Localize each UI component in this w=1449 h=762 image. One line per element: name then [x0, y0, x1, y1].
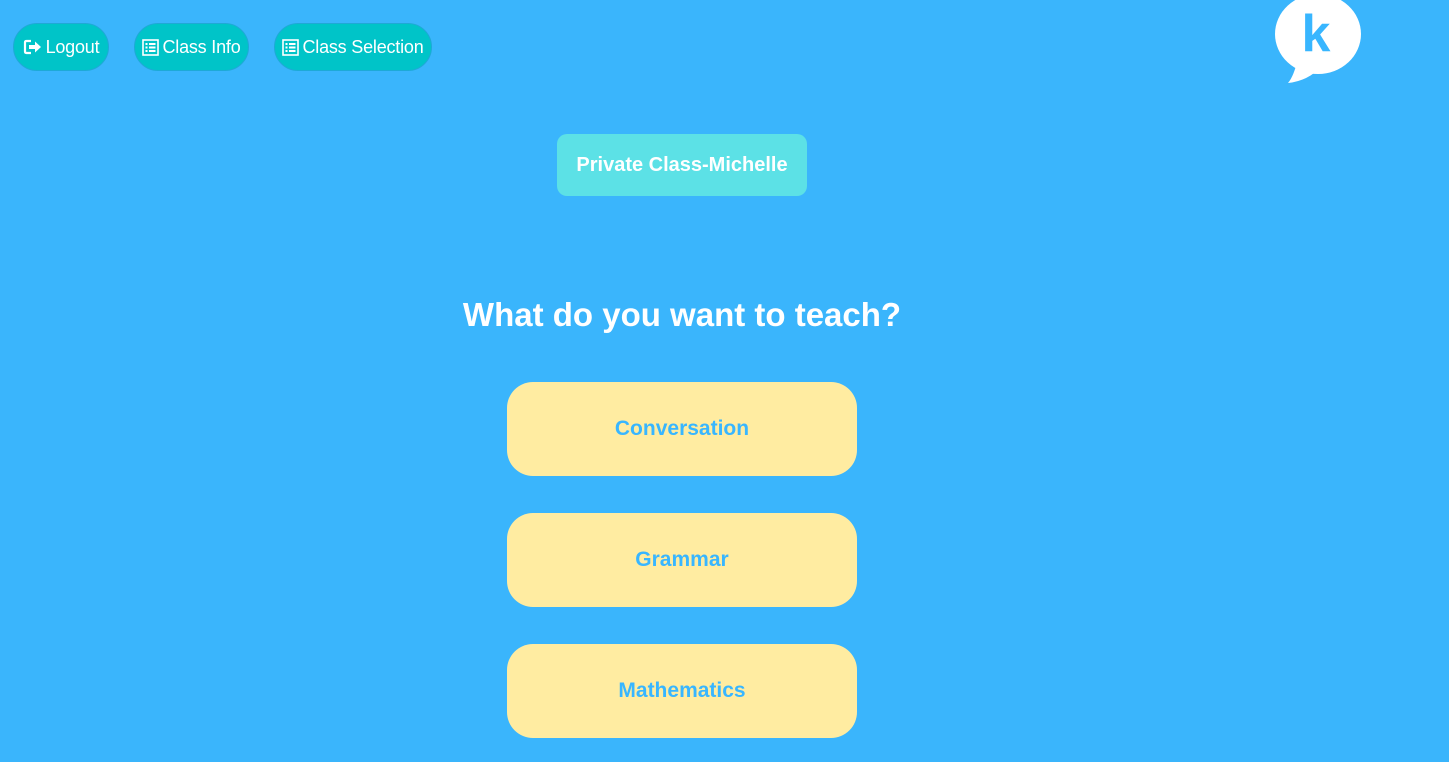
list-icon: [282, 38, 300, 56]
class-name-badge: Private Class-Michelle: [557, 134, 807, 196]
logout-label: Logout: [45, 36, 100, 57]
class-info-button[interactable]: Class Info: [134, 23, 249, 71]
class-name-label: Private Class-Michelle: [576, 153, 788, 176]
subject-label: Grammar: [635, 548, 729, 571]
subject-button-grammar[interactable]: Grammar: [507, 513, 857, 607]
app-logo: k: [1272, 0, 1364, 88]
page: Logout Class Info Class Selection k Priv…: [0, 0, 1449, 762]
class-selection-label: Class Selection: [302, 36, 424, 57]
logout-button[interactable]: Logout: [13, 23, 109, 71]
sign-out-icon: [23, 39, 43, 55]
subject-button-mathematics[interactable]: Mathematics: [507, 644, 857, 738]
teach-prompt-heading: What do you want to teach?: [462, 296, 902, 333]
subject-label: Mathematics: [618, 679, 746, 702]
list-icon: [142, 38, 160, 56]
svg-text:k: k: [1302, 5, 1331, 63]
subject-label: Conversation: [614, 417, 750, 440]
class-info-label: Class Info: [162, 36, 241, 57]
class-selection-button[interactable]: Class Selection: [274, 23, 432, 71]
subject-button-conversation[interactable]: Conversation: [507, 382, 857, 476]
